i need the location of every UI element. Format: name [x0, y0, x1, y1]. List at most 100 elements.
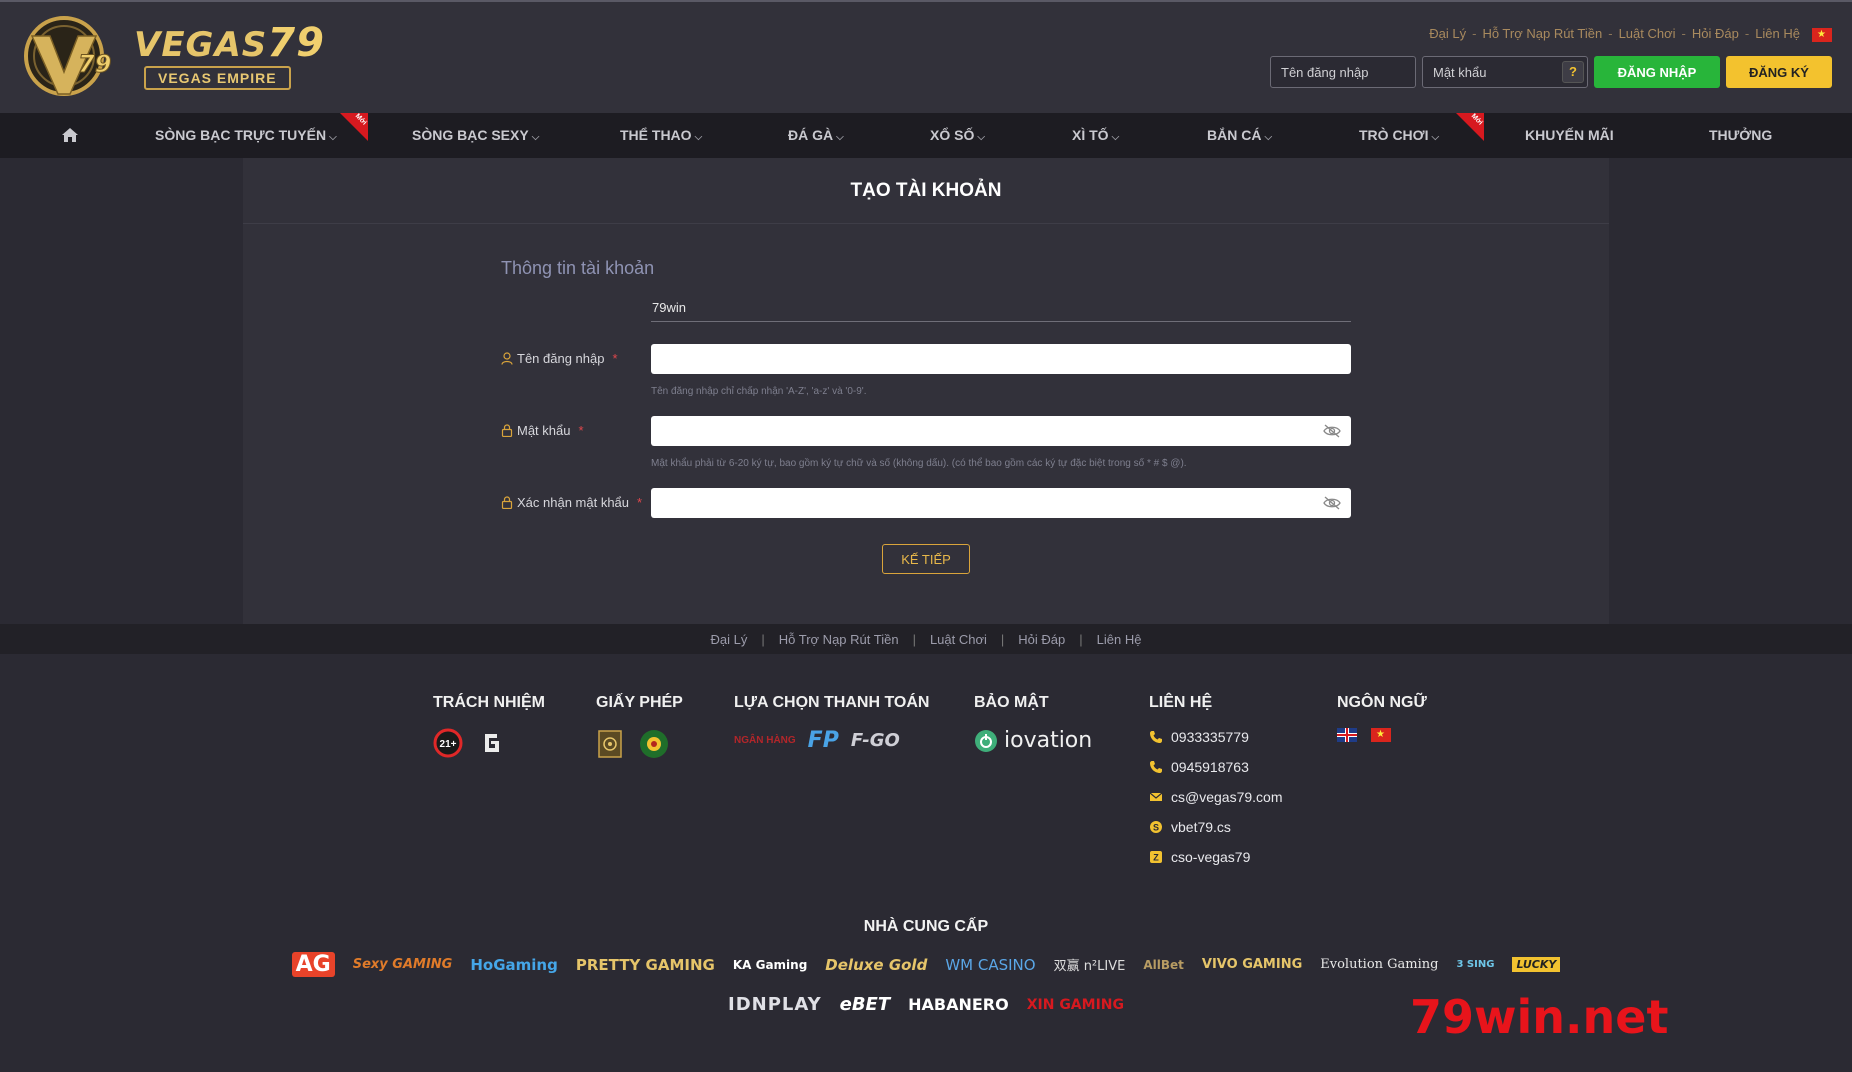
- password-label: Mật khẩu *: [501, 423, 584, 438]
- login-button[interactable]: ĐĂNG NHẬP: [1594, 56, 1720, 88]
- chevron-down-icon: ⌵: [1431, 132, 1440, 143]
- nav-promotions[interactable]: KHUYẾN MÃI: [1525, 113, 1614, 158]
- contact-phone-2[interactable]: 0945918763: [1149, 752, 1282, 782]
- footer-license: GIẤY PHÉP: [596, 694, 683, 760]
- footer-contact: LIÊN HỆ 0933335779 0945918763 cs@vegas79…: [1149, 694, 1282, 872]
- contact-email[interactable]: cs@vegas79.com: [1149, 782, 1282, 812]
- nav-fishing[interactable]: BẮN CÁ ⌵: [1207, 113, 1272, 158]
- contact-phone-1[interactable]: 0933335779: [1149, 722, 1282, 752]
- footer-payment: LỰA CHỌN THANH TOÁN NGÂN HÀNG FP F-GO: [734, 694, 930, 753]
- providers-title: NHÀ CUNG CẤP: [863, 918, 989, 935]
- top-link-agent[interactable]: Đại Lý: [1429, 26, 1466, 41]
- fgo-payment-logo: F-GO: [850, 730, 900, 751]
- footer-link-agent[interactable]: Đại Lý: [711, 632, 748, 647]
- svg-text:79: 79: [78, 50, 111, 78]
- chevron-down-icon: ⌵: [694, 132, 703, 143]
- top-link-rules[interactable]: Luật Chơi: [1619, 26, 1676, 41]
- svg-text:S: S: [1153, 823, 1159, 833]
- provider-habanero-logo: HABANERO: [908, 995, 1009, 1014]
- gamcare-icon: [479, 730, 505, 756]
- provider-n2live-logo: 双赢 n²LIVE: [1053, 959, 1126, 974]
- password-input[interactable]: [651, 416, 1351, 446]
- providers-row-1: AG Sexy GAMING HoGaming PRETTY GAMING KA…: [0, 952, 1852, 977]
- footer-link-deposit-support[interactable]: Hỗ Trợ Nạp Rút Tiền: [779, 632, 899, 647]
- logo-emblem-icon: 79: [24, 16, 112, 96]
- iovation-power-icon: [975, 729, 997, 752]
- eye-off-icon[interactable]: [1323, 495, 1341, 511]
- zalo-icon: Z: [1150, 851, 1162, 863]
- uk-flag-icon[interactable]: [1337, 728, 1357, 742]
- username-hint: Tên đăng nhập chỉ chấp nhận 'A-Z', 'a-z'…: [651, 386, 867, 397]
- footer-link-faq[interactable]: Hỏi Đáp: [1018, 632, 1065, 647]
- provider-wm-casino-logo: WM CASINO: [945, 955, 1036, 974]
- forgot-password-help-button[interactable]: ?: [1562, 61, 1584, 83]
- nav-cockfight[interactable]: ĐÁ GÀ ⌵: [788, 113, 844, 158]
- next-button[interactable]: KẾ TIẾP: [882, 544, 970, 574]
- footer-link-rules[interactable]: Luật Chơi: [930, 632, 987, 647]
- new-badge: Mới: [1456, 113, 1484, 141]
- nav-live-casino[interactable]: SÒNG BẠC TRỰC TUYẾN ⌵: [155, 113, 337, 158]
- contact-zalo[interactable]: Z cso-vegas79: [1149, 842, 1282, 872]
- provider-vivo-gaming-logo: VIVO GAMING: [1201, 957, 1303, 972]
- top-links: Đại Lý - Hỗ Trợ Nạp Rút Tiền - Luật Chơi - …: [1429, 26, 1800, 41]
- username-label: Tên đăng nhập *: [501, 351, 618, 366]
- page-title: TẠO TÀI KHOẢN: [243, 158, 1609, 224]
- provider-pretty-gaming-logo: PRETTY GAMING: [575, 955, 715, 974]
- watermark-text: 79win.net: [1410, 990, 1669, 1044]
- password-hint: Mật khẩu phải từ 6-20 ký tự, bao gồm ký …: [651, 458, 1187, 469]
- site-logo[interactable]: 79 VEGAS79 VEGAS EMPIRE: [20, 14, 325, 100]
- footer-language: NGÔN NGỮ: [1337, 694, 1427, 742]
- chevron-down-icon: ⌵: [329, 132, 337, 143]
- footer-link-contact[interactable]: Liên Hệ: [1097, 632, 1142, 647]
- lock-icon: [501, 496, 513, 509]
- nav-sports[interactable]: THỂ THAO ⌵: [620, 113, 702, 158]
- site-header: 79 VEGAS79 VEGAS EMPIRE Đại Lý - Hỗ Trợ N…: [0, 0, 1852, 113]
- provider-evolution-gaming-logo: Evolution Gaming: [1320, 957, 1439, 972]
- registration-panel: TẠO TÀI KHOẢN Thông tin tài khoản 79win …: [243, 158, 1609, 624]
- confirm-password-input[interactable]: [651, 488, 1351, 518]
- bank-payment-logo: NGÂN HÀNG: [734, 734, 796, 746]
- nav-lottery[interactable]: XỔ SỐ ⌵: [930, 113, 985, 158]
- age-21-plus-icon: 21+: [433, 728, 463, 758]
- fp-payment-logo: FP: [807, 728, 839, 753]
- username-input[interactable]: [651, 344, 1351, 374]
- top-link-contact[interactable]: Liên Hệ: [1755, 26, 1800, 41]
- license-seal-icon: [640, 730, 668, 758]
- nav-rewards[interactable]: THƯỞNG: [1709, 113, 1772, 158]
- chevron-down-icon: ⌵: [1264, 132, 1273, 143]
- phone-icon: [1150, 761, 1162, 773]
- new-badge: Mới: [340, 113, 368, 141]
- confirm-password-label: Xác nhận mật khẩu *: [501, 495, 642, 510]
- nav-sexy-casino[interactable]: SÒNG BẠC SEXY ⌵: [412, 113, 539, 158]
- provider-ebet-logo: eBET: [839, 994, 891, 1015]
- nav-games[interactable]: TRÒ CHƠI ⌵: [1359, 113, 1439, 158]
- provider-hogaming-logo: HoGaming: [470, 955, 558, 974]
- chevron-down-icon: ⌵: [1111, 132, 1120, 143]
- age-badge-text: 21+: [440, 739, 457, 750]
- nav-poker[interactable]: XÌ TỐ ⌵: [1072, 113, 1119, 158]
- top-link-deposit-support[interactable]: Hỗ Trợ Nạp Rút Tiền: [1482, 26, 1602, 41]
- eye-off-icon[interactable]: [1323, 423, 1341, 439]
- provider-sexy-gaming-logo: Sexy GAMING: [352, 957, 453, 972]
- logo-subtitle: VEGAS EMPIRE: [144, 66, 291, 90]
- main-nav: SÒNG BẠC TRỰC TUYẾN ⌵ Mới SÒNG BẠC SEXY ⌵ …: [0, 113, 1852, 158]
- provider-xin-gaming-logo: XIN GAMING: [1026, 996, 1124, 1013]
- vietnam-flag-icon[interactable]: [1812, 28, 1832, 42]
- phone-icon: [1150, 731, 1162, 743]
- footer-links: Đại Lý | Hỗ Trợ Nạp Rút Tiền | Luật Chơi | …: [0, 624, 1852, 654]
- contact-skype[interactable]: S vbet79.cs: [1149, 812, 1282, 842]
- referral-code-field: 79win: [651, 298, 1351, 322]
- section-title: Thông tin tài khoản: [501, 258, 655, 278]
- header-username-input[interactable]: [1270, 56, 1416, 88]
- top-link-faq[interactable]: Hỏi Đáp: [1692, 26, 1739, 41]
- provider-idnplay-logo: IDNPLAY: [728, 994, 822, 1015]
- footer-security: BẢO MẬT iovation: [974, 694, 1093, 753]
- header-password-wrap: ?: [1422, 56, 1588, 88]
- register-button[interactable]: ĐĂNG KÝ: [1726, 56, 1832, 88]
- home-icon[interactable]: [61, 127, 79, 143]
- provider-ka-gaming-logo: KA Gaming: [732, 957, 808, 972]
- vietnam-flag-icon[interactable]: [1371, 728, 1391, 742]
- provider-3sing-logo: 3 SING: [1456, 959, 1495, 970]
- chevron-down-icon: ⌵: [531, 132, 540, 143]
- provider-ag-logo: AG: [291, 952, 335, 977]
